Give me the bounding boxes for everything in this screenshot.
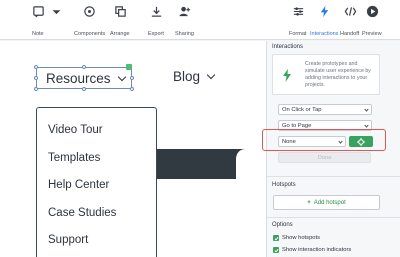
chevron-down-icon: [117, 72, 126, 81]
blog-nav-item[interactable]: Blog: [173, 69, 216, 84]
dark-shape: [157, 149, 268, 179]
resize-handle[interactable]: [82, 87, 86, 91]
format-button[interactable]: Format: [288, 0, 308, 40]
lightning-icon: [282, 69, 292, 87]
chevron-down-icon: [364, 107, 369, 112]
add-hotspot-button[interactable]: + Add hotspot: [273, 195, 380, 210]
menu-item-case-studies[interactable]: Case Studies: [48, 207, 116, 219]
resize-handle[interactable]: [34, 76, 38, 80]
interactions-info-box: Create prototypes and simulate user expe…: [272, 54, 380, 95]
note-button[interactable]: Note: [30, 0, 46, 40]
menu-item-templates[interactable]: Templates: [48, 152, 100, 164]
resize-handle[interactable]: [34, 87, 38, 91]
note-dropdown-button[interactable]: [51, 0, 61, 40]
components-icon: [81, 3, 97, 19]
download-icon: [148, 3, 164, 19]
note-icon: [30, 3, 46, 19]
export-button[interactable]: Export: [147, 0, 165, 40]
handoff-button[interactable]: Handoff: [340, 0, 360, 40]
checkbox-checked-icon[interactable]: [273, 247, 279, 253]
resize-handle[interactable]: [34, 65, 38, 69]
show-hotspots-option[interactable]: Show hotspots: [273, 235, 320, 241]
section-divider: [267, 217, 400, 218]
options-section-title: Options: [272, 222, 293, 228]
components-button[interactable]: Components: [74, 0, 105, 40]
menu-item-video-tour[interactable]: Video Tour: [48, 124, 103, 136]
hotspots-section-title: Hotspots: [272, 182, 296, 188]
sharing-button[interactable]: Sharing: [174, 0, 194, 40]
caret-down-icon: [48, 3, 64, 19]
arrange-button[interactable]: Arrange: [110, 0, 130, 40]
sliders-icon: [290, 3, 306, 19]
show-indicators-option[interactable]: Show interaction indicators: [273, 247, 351, 253]
interactions-tab[interactable]: Interactions: [310, 0, 338, 40]
arrange-icon: [112, 3, 128, 19]
blog-label: Blog: [173, 69, 201, 84]
resources-label: Resources: [46, 70, 111, 86]
preview-button[interactable]: Preview: [362, 0, 382, 40]
interactions-info-text: Create prototypes and simulate user expe…: [305, 61, 371, 88]
top-toolbar: Note Components Arrange Export Sharing F…: [0, 0, 400, 40]
hotspot-indicator-icon[interactable]: [126, 64, 132, 70]
resources-dropdown-menu: Video Tour Templates Help Center Case St…: [36, 107, 157, 257]
resize-handle[interactable]: [130, 76, 134, 80]
menu-item-help-center[interactable]: Help Center: [48, 179, 109, 191]
section-divider: [267, 176, 400, 177]
plus-icon: +: [307, 199, 311, 206]
resize-handle[interactable]: [82, 65, 86, 69]
highlight-annotation: [262, 129, 386, 151]
code-icon: [342, 3, 358, 19]
design-canvas[interactable]: Resources Blog Video Tour Templates Help…: [0, 41, 268, 257]
play-icon: [364, 3, 380, 19]
resources-nav-item[interactable]: Resources: [36, 67, 132, 89]
done-button[interactable]: Done: [278, 152, 371, 163]
chevron-down-icon: [364, 123, 369, 128]
menu-item-support[interactable]: Support: [48, 234, 88, 246]
add-user-icon: [176, 3, 192, 19]
chevron-down-icon: [206, 70, 216, 80]
checkbox-checked-icon[interactable]: [273, 235, 279, 241]
trigger-select[interactable]: On Click or Tap: [278, 104, 372, 115]
interactions-section-title: Interactions: [272, 44, 304, 50]
resize-handle[interactable]: [130, 87, 134, 91]
lightning-icon: [316, 3, 332, 19]
